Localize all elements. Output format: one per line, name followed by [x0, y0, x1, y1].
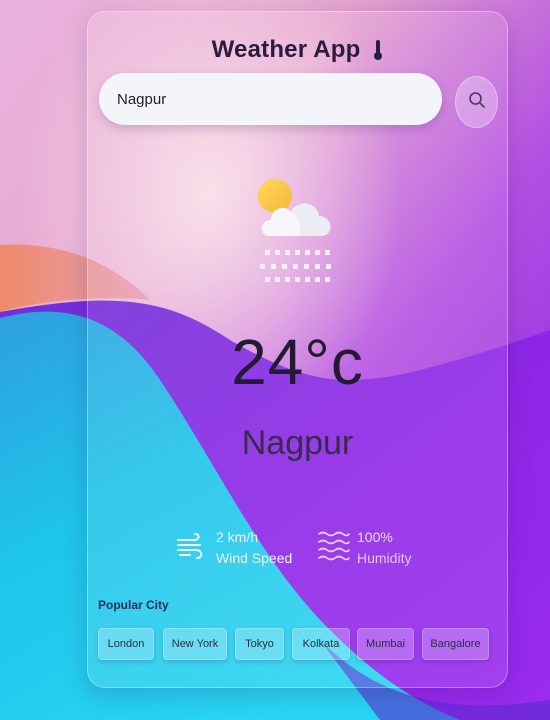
city-chip-new-york[interactable]: New York	[163, 628, 227, 660]
wind-speed-value: 2 km/h	[216, 529, 259, 545]
humidity-stat: 100% Humidity	[317, 527, 411, 569]
city-chip-london[interactable]: London	[98, 628, 154, 660]
city-chip-bangalore[interactable]: Bangalore	[422, 628, 489, 660]
search-button[interactable]	[455, 76, 498, 128]
thermometer-icon	[373, 39, 383, 68]
partly-cloudy-snow-icon	[255, 176, 345, 291]
wind-stat: 2 km/h Wind Speed	[176, 527, 292, 569]
search-icon	[468, 91, 486, 114]
popular-city-heading: Popular City	[98, 598, 169, 612]
city-chip-kolkata[interactable]: Kolkata	[292, 628, 350, 660]
humidity-label: Humidity	[357, 550, 412, 566]
city-chip-tokyo[interactable]: Tokyo	[235, 628, 284, 660]
city-search-input[interactable]	[99, 73, 442, 125]
waves-icon	[317, 529, 351, 568]
wind-speed-label: Wind Speed	[216, 550, 293, 566]
city-name: Nagpur	[241, 424, 354, 462]
wind-icon	[176, 532, 210, 565]
temperature-readout: 24°c	[231, 326, 364, 398]
humidity-value: 100%	[357, 529, 393, 545]
city-chip-mumbai[interactable]: Mumbai	[357, 628, 414, 660]
app-title-text: Weather App	[211, 36, 361, 63]
app-title: Weather App	[88, 36, 507, 68]
weather-card: Weather App Nagpur 24°c Nagpur 2 km/h Wi…	[87, 11, 508, 688]
